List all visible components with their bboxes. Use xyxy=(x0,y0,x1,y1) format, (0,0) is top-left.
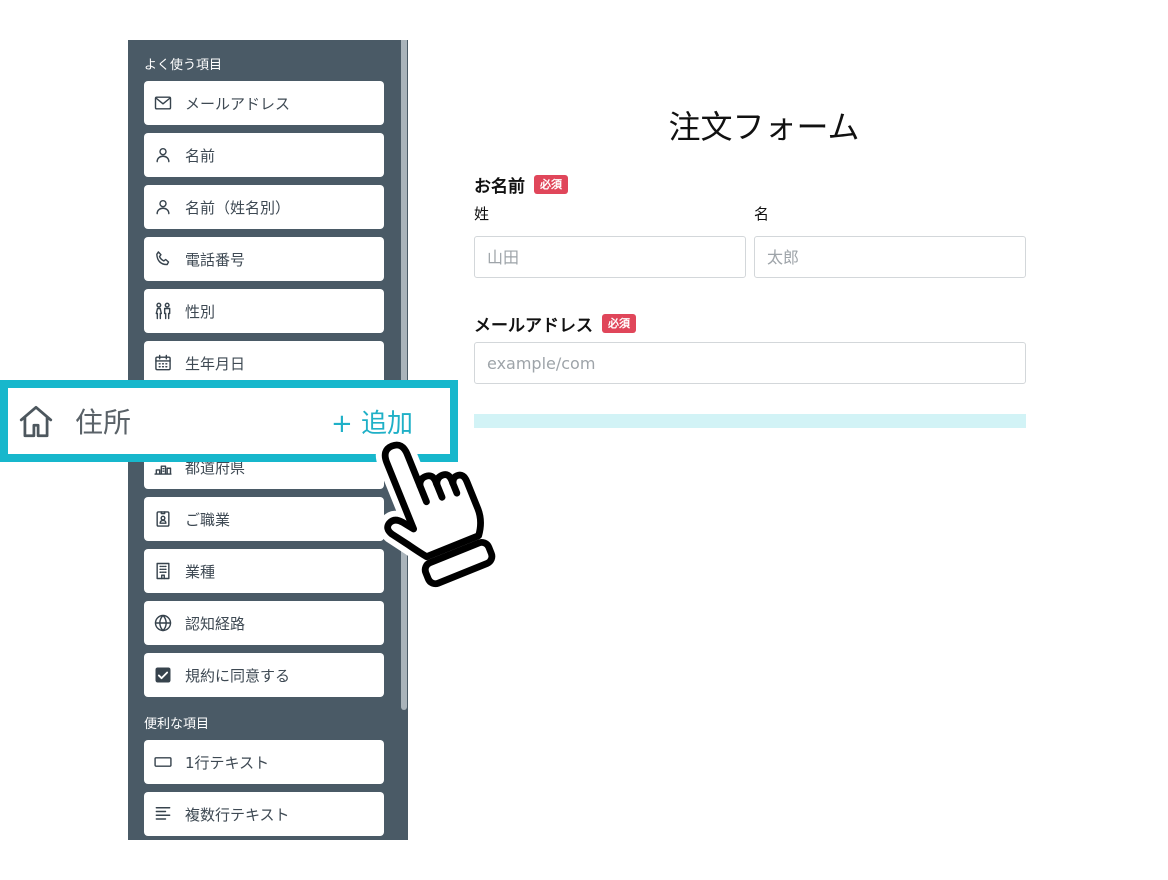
drop-indicator xyxy=(474,414,1026,428)
palette-item-label: 業種 xyxy=(185,562,216,581)
palette-item-label: ご職業 xyxy=(185,510,231,529)
gender-icon xyxy=(153,301,173,321)
palette-item-label: 名前（姓名別） xyxy=(185,198,291,217)
useful-items-list: 1行テキスト 複数行テキスト xyxy=(144,740,384,836)
name-field-label: お名前 xyxy=(474,176,525,197)
multi-line-text-icon xyxy=(153,804,173,824)
home-icon xyxy=(17,402,55,440)
person-icon xyxy=(153,197,173,217)
required-badge: 必須 xyxy=(534,174,568,194)
palette-item-gender[interactable]: 性別 xyxy=(144,289,384,333)
dragging-item-label: 住所 xyxy=(75,406,132,439)
globe-icon xyxy=(153,613,173,633)
palette-item-label: 1行テキスト xyxy=(185,753,270,772)
phone-icon xyxy=(153,249,173,269)
form-title: 注文フォーム xyxy=(668,108,860,146)
palette-item-name[interactable]: 名前 xyxy=(144,133,384,177)
person-icon xyxy=(153,145,173,165)
last-name-input[interactable] xyxy=(474,236,746,278)
palette-item-label: 複数行テキスト xyxy=(185,805,290,824)
palette-item-label: 生年月日 xyxy=(185,354,246,373)
palette-item-birthday[interactable]: 生年月日 xyxy=(144,341,384,385)
palette-item-phone[interactable]: 電話番号 xyxy=(144,237,384,281)
palette-item-label: 規約に同意する xyxy=(185,666,291,685)
first-name-input[interactable] xyxy=(754,236,1026,278)
last-name-label: 姓 xyxy=(474,205,490,223)
building-icon xyxy=(153,561,173,581)
mail-icon xyxy=(153,93,173,113)
palette-item-label: メールアドレス xyxy=(185,94,291,113)
palette-item-label: 認知経路 xyxy=(185,614,246,633)
email-field-label: メールアドレス xyxy=(474,315,593,336)
email-field-header: メールアドレス 必須 xyxy=(474,311,636,336)
section-title-frequent: よく使う項目 xyxy=(144,58,223,73)
checkbox-checked-icon xyxy=(153,665,173,685)
required-badge: 必須 xyxy=(602,313,636,333)
palette-item-label: 電話番号 xyxy=(185,250,246,269)
section-title-useful: 便利な項目 xyxy=(144,717,210,732)
palette-item-single-line-text[interactable]: 1行テキスト xyxy=(144,740,384,784)
single-line-text-icon xyxy=(153,752,173,772)
email-input[interactable] xyxy=(474,342,1026,384)
palette-item-email[interactable]: メールアドレス xyxy=(144,81,384,125)
palette-item-multi-line-text[interactable]: 複数行テキスト xyxy=(144,792,384,836)
palette-item-label: 名前 xyxy=(185,146,216,165)
hand-pointer-icon xyxy=(375,435,502,594)
id-badge-icon xyxy=(153,509,173,529)
name-field-header: お名前 必須 xyxy=(474,172,568,197)
first-name-label: 名 xyxy=(754,205,770,223)
palette-item-terms-agreement[interactable]: 規約に同意する xyxy=(144,653,384,697)
palette-item-split-name[interactable]: 名前（姓名別） xyxy=(144,185,384,229)
palette-item-label: 性別 xyxy=(185,302,216,321)
calendar-icon xyxy=(153,353,173,373)
